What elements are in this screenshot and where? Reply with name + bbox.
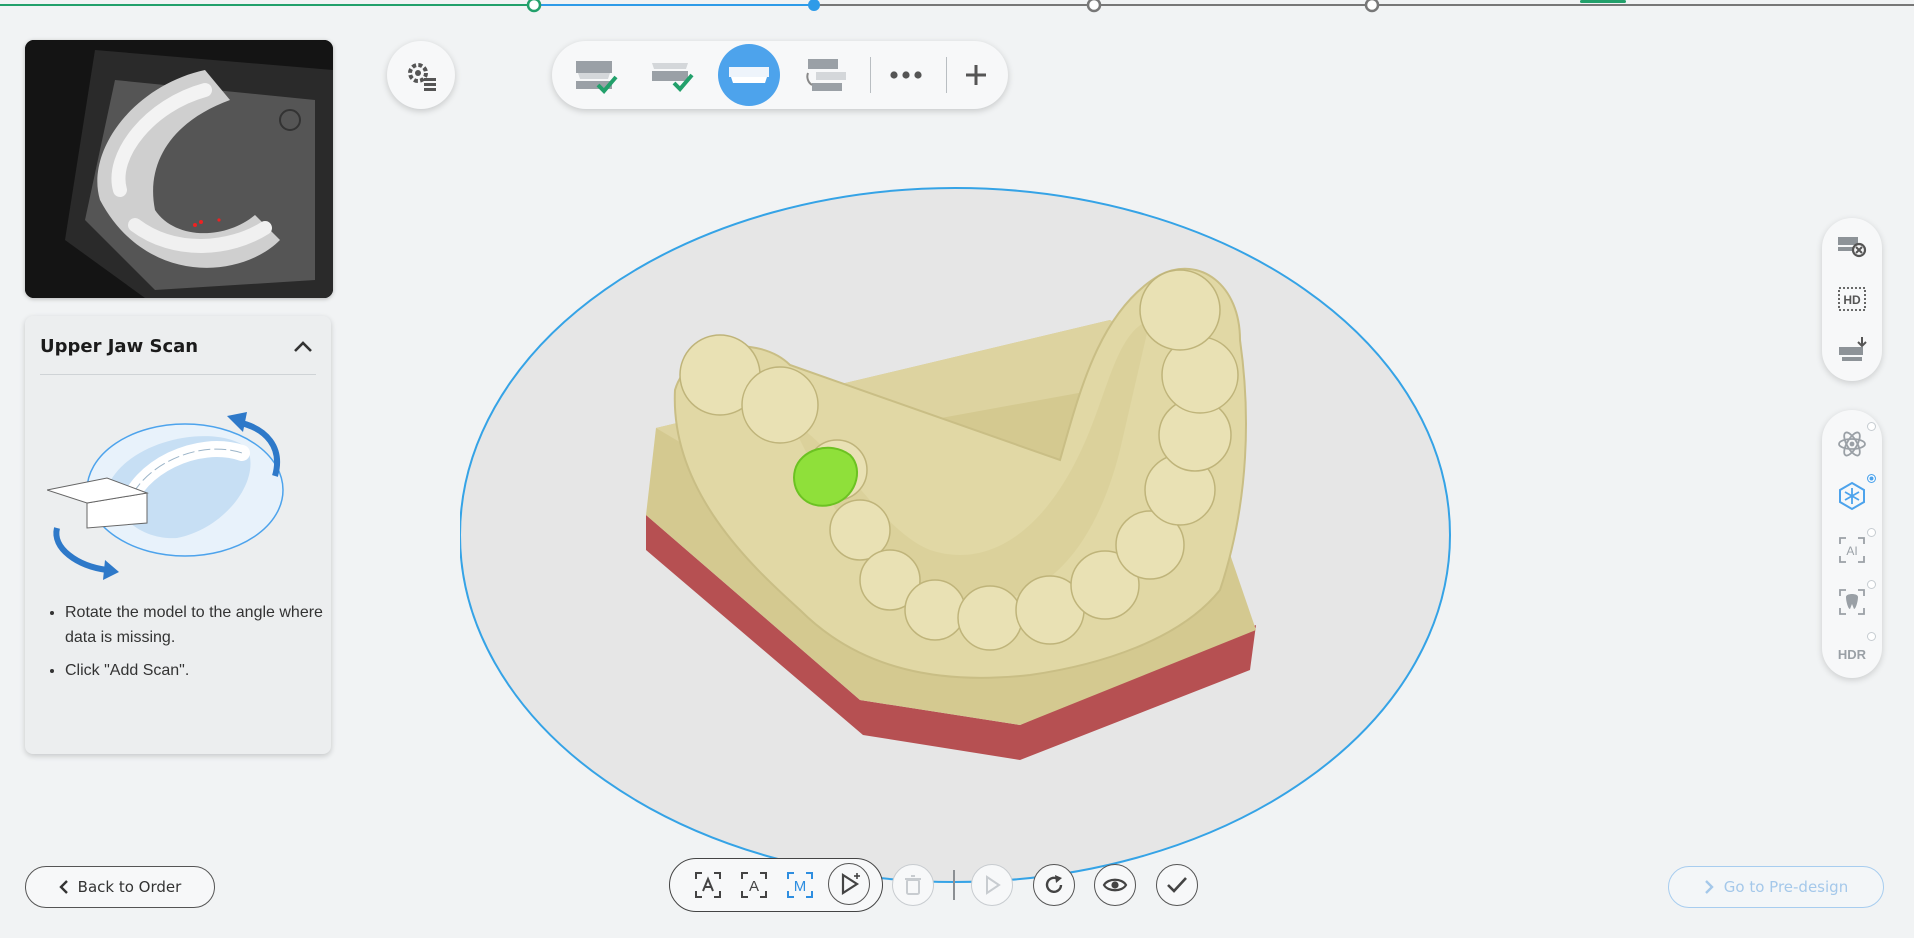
mode-a-icon: A <box>741 872 767 898</box>
plus-icon <box>966 65 986 85</box>
status-dot <box>1867 422 1876 431</box>
bite-align-step-button[interactable] <box>796 46 856 104</box>
tooth-scan-button[interactable] <box>1834 580 1876 620</box>
scan-cleanup-icon <box>1838 237 1867 258</box>
atom-button[interactable] <box>1834 422 1876 462</box>
ai-label: AI <box>1846 544 1857 558</box>
back-to-order-button[interactable]: Back to Order <box>25 866 215 908</box>
guide-steps: Rotate the model to the angle where data… <box>39 600 345 691</box>
play-icon <box>841 872 860 896</box>
status-dot <box>1867 632 1876 641</box>
mode-a-label: A <box>749 878 759 895</box>
eye-icon <box>1102 878 1128 892</box>
upper-jaw-done-icon <box>576 61 618 94</box>
go-to-pre-design-button[interactable]: Go to Pre-design <box>1668 866 1884 908</box>
status-dot <box>1867 528 1876 537</box>
back-label: Back to Order <box>77 878 182 896</box>
scan-mode-toolbar: AI HDR <box>1822 410 1882 678</box>
chevron-left-icon <box>58 880 68 894</box>
guide-step: Click "Add Scan". <box>65 658 345 683</box>
jaw-scan-icon <box>729 67 769 83</box>
guide-panel: Upper Jaw Scan Rotate the model to the a… <box>25 316 331 754</box>
more-button[interactable] <box>876 46 936 104</box>
jaw-scan-step-button[interactable] <box>718 44 780 106</box>
auto-scan-mode-button[interactable] <box>686 863 730 907</box>
atom-icon <box>1838 431 1866 457</box>
add-button[interactable] <box>946 46 1006 104</box>
scan-settings-button[interactable] <box>387 41 455 109</box>
hdr-label: HDR <box>1838 647 1867 662</box>
svg-text:HD: HD <box>1843 293 1861 307</box>
guide-title: Upper Jaw Scan <box>40 336 199 357</box>
mode-m-label: M <box>794 878 807 895</box>
scan-mode-a-button[interactable]: A <box>732 863 776 907</box>
resume-icon <box>986 875 1001 895</box>
guide-header: Upper Jaw Scan <box>40 336 316 375</box>
hd-button[interactable]: HD <box>1834 281 1870 317</box>
bite-align-icon <box>806 59 846 91</box>
snowflake-button[interactable] <box>1834 474 1876 514</box>
display-toolbar: HD <box>1822 218 1882 381</box>
check-icon <box>1167 877 1187 893</box>
refresh-icon <box>1045 875 1063 894</box>
ai-scan-button[interactable]: AI <box>1834 528 1876 568</box>
snowflake-icon <box>1839 481 1865 511</box>
next-label: Go to Pre-design <box>1723 878 1849 896</box>
refresh-button[interactable] <box>1033 864 1075 906</box>
lower-jaw-step-button[interactable] <box>642 46 702 104</box>
guide-step: Rotate the model to the angle where data… <box>65 600 345 650</box>
auto-scan-icon <box>695 872 721 898</box>
hdr-button[interactable]: HDR <box>1834 632 1876 672</box>
status-dot <box>1867 474 1876 483</box>
delete-button[interactable] <box>892 864 934 906</box>
start-scan-button[interactable] <box>828 863 870 905</box>
hd-icon: HD <box>1838 287 1866 311</box>
confirm-button[interactable] <box>1156 864 1198 906</box>
3d-viewport[interactable] <box>459 170 1460 890</box>
texture-download-button[interactable] <box>1834 332 1870 368</box>
visibility-button[interactable] <box>1094 864 1136 906</box>
toolbar-divider <box>870 57 871 93</box>
tooth-scan-icon <box>1839 589 1865 615</box>
hdr-icon: HDR <box>1838 647 1867 662</box>
status-dot <box>1867 580 1876 589</box>
bottom-divider <box>953 870 955 900</box>
scan-step-toolbar <box>552 41 1008 109</box>
texture-download-icon <box>1839 337 1867 361</box>
more-icon <box>890 71 922 79</box>
camera-preview <box>25 40 333 298</box>
chevron-right-icon <box>1704 880 1714 894</box>
mode-m-icon: M <box>787 872 813 898</box>
resume-scan-button[interactable] <box>971 864 1013 906</box>
scan-mode-m-button[interactable]: M <box>778 863 822 907</box>
scan-cleanup-button[interactable] <box>1834 228 1870 264</box>
upper-jaw-step-button[interactable] <box>566 46 626 104</box>
chevron-up-icon[interactable] <box>290 334 316 360</box>
delete-icon <box>905 875 921 895</box>
lower-jaw-done-icon <box>652 63 694 92</box>
scan-rotation-illustration <box>45 408 317 588</box>
workflow-progress <box>0 0 1914 14</box>
ai-scan-icon: AI <box>1839 537 1865 563</box>
gear-list-icon <box>408 63 436 91</box>
scan-mode-group: A M <box>669 858 883 912</box>
